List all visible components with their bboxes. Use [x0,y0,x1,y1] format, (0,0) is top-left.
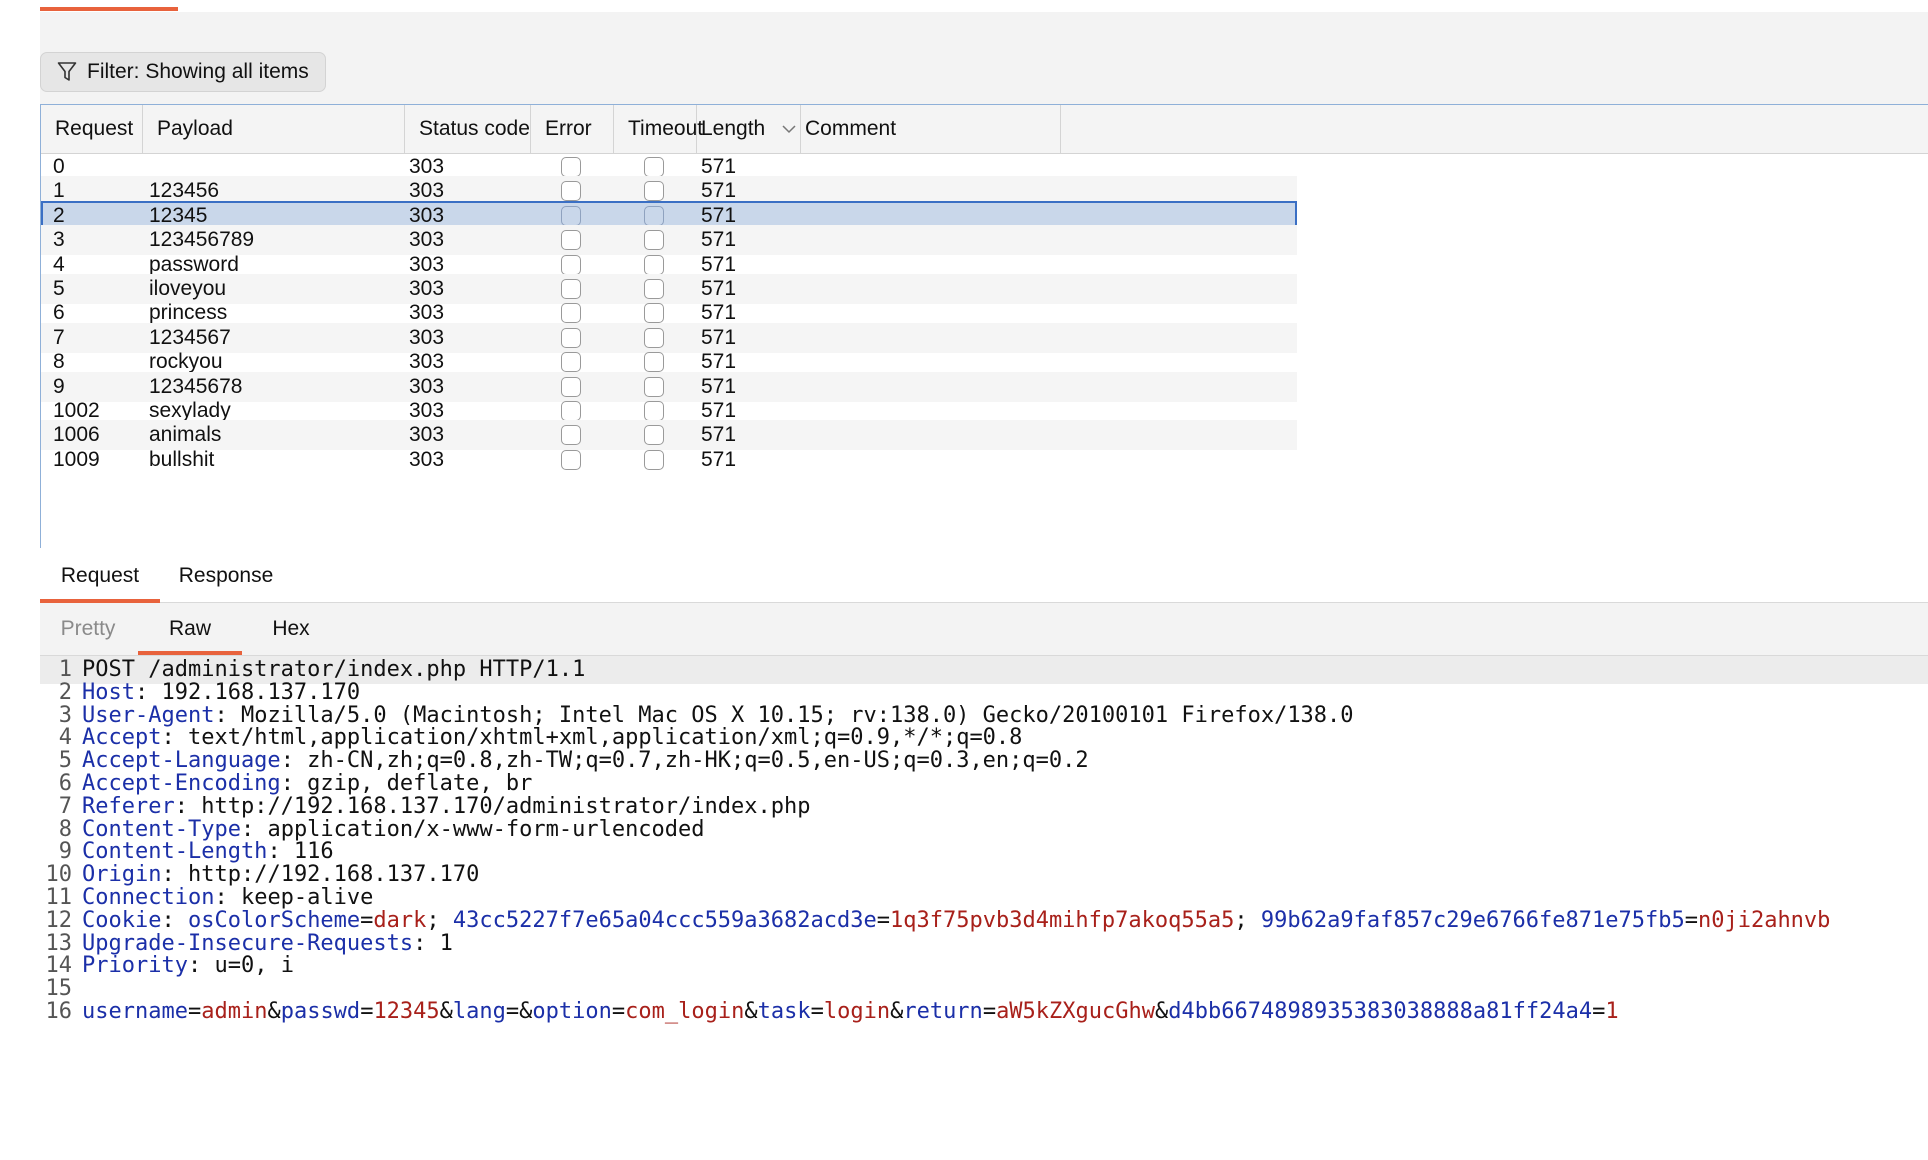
view-mode-tabs: Pretty Raw Hex [40,603,1928,656]
filter-bar: Filter: Showing all items [40,12,1928,104]
column-header-payload[interactable]: Payload [143,105,405,153]
tab-raw[interactable]: Raw [138,609,242,655]
error-checkbox[interactable] [561,157,581,177]
param-name: username [82,999,188,1024]
column-header-comment[interactable]: Comment [801,105,1061,153]
error-checkbox[interactable] [561,206,581,226]
error-checkbox[interactable] [561,425,581,445]
timeout-checkbox[interactable] [644,279,664,299]
separator: = [982,999,997,1024]
cell-status-code: 303 [409,448,445,471]
left-gutter [0,12,40,1160]
separator: = [360,999,374,1024]
cell-request: 1009 [53,448,100,471]
results-table: Request Payload Status code Error Timeou… [40,104,1928,550]
filter-button[interactable]: Filter: Showing all items [40,52,326,92]
filter-label: Filter: Showing all items [87,60,309,83]
separator: = [810,999,824,1024]
error-checkbox[interactable] [561,255,581,275]
param-name: option [532,999,612,1024]
error-checkbox[interactable] [561,352,581,372]
raw-request-editor[interactable]: 1 POST /administrator/index.php HTTP/1.1 2… [40,656,1928,1160]
tab-pretty[interactable]: Pretty [44,609,132,649]
tab-request[interactable]: Request [40,556,160,603]
tab-hex[interactable]: Hex [248,609,334,649]
timeout-checkbox[interactable] [644,425,664,445]
param-value: admin [201,999,268,1024]
param-value: login [823,999,891,1024]
message-tabs: Request Response [40,548,1928,603]
separator: & [1155,999,1169,1024]
column-header-request[interactable]: Request [41,105,143,153]
column-header-status-code[interactable]: Status code [405,105,531,153]
error-checkbox[interactable] [561,181,581,201]
param-name: d4bb6674898935383038888a81ff24a4 [1168,999,1593,1024]
separator: & [890,999,904,1024]
timeout-checkbox[interactable] [644,230,664,250]
param-value: 12345 [373,999,440,1024]
tab-response[interactable]: Response [166,556,286,596]
timeout-checkbox[interactable] [644,181,664,201]
timeout-checkbox[interactable] [644,450,664,470]
active-tab-indicator [40,7,178,11]
param-value: 1 [1605,999,1619,1024]
column-header-timeout[interactable]: Timeout [614,105,703,153]
sort-descending-icon [782,125,796,134]
separator: & [519,999,533,1024]
param-name: task [757,999,811,1024]
column-header-error[interactable]: Error [531,105,614,153]
error-checkbox[interactable] [561,328,581,348]
param-name: return [903,999,983,1024]
error-checkbox[interactable] [561,401,581,421]
table-row[interactable]: 1009 bullshit 303 571 [41,445,1297,475]
error-checkbox[interactable] [561,230,581,250]
filter-icon [57,62,77,81]
timeout-checkbox[interactable] [644,328,664,348]
table-header: Request Payload Status code Error Timeou… [41,105,1928,154]
param-value: aW5kZXgucGhw [996,999,1156,1024]
cell-payload: bullshit [149,448,215,471]
param-name: passwd [280,999,361,1024]
param-value: com_login [625,999,745,1024]
error-checkbox[interactable] [561,450,581,470]
timeout-checkbox[interactable] [644,255,664,275]
param-name: lang [452,999,506,1024]
separator: = [187,999,202,1024]
cell-length: 571 [701,448,737,471]
timeout-checkbox[interactable] [644,352,664,372]
error-checkbox[interactable] [561,279,581,299]
timeout-checkbox[interactable] [644,401,664,421]
error-checkbox[interactable] [561,303,581,323]
separator: & [267,999,281,1024]
timeout-checkbox[interactable] [644,206,664,226]
error-checkbox[interactable] [561,377,581,397]
line-number: 16 [45,999,73,1024]
separator: = [1592,999,1606,1024]
column-header-length[interactable]: Length [697,105,801,153]
separator: = [611,999,626,1024]
separator: = [505,999,520,1024]
request-line: 16 username=admin&passwd=12345&lang=&opti… [40,998,1928,1026]
timeout-checkbox[interactable] [644,157,664,177]
separator: & [744,999,758,1024]
timeout-checkbox[interactable] [644,377,664,397]
timeout-checkbox[interactable] [644,303,664,323]
separator: & [439,999,453,1024]
